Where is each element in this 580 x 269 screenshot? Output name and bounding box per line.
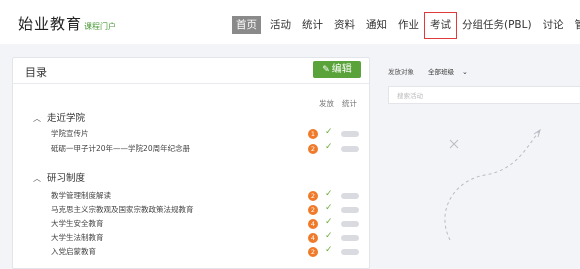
section-header[interactable]: ︿ 研习制度 <box>33 170 85 184</box>
item-label[interactable]: 大学生法制教育 <box>51 232 104 244</box>
nav-activities[interactable]: 活动 <box>268 16 293 34</box>
nav-resources[interactable]: 资料 <box>332 16 357 34</box>
pencil-icon: ✎ <box>322 65 330 75</box>
check-icon[interactable]: ✓ <box>325 245 333 255</box>
stats-toggle[interactable] <box>341 131 359 137</box>
check-icon[interactable]: ✓ <box>325 231 333 241</box>
count-badge: 4 <box>308 233 318 243</box>
item-label[interactable]: 马克思主义宗教观及国家宗教政策法规教育 <box>51 204 194 216</box>
count-badge: 1 <box>308 129 318 139</box>
edit-button[interactable]: ✎ 编辑 <box>313 61 361 78</box>
brand[interactable]: 始业教育 课程门户 <box>18 13 116 34</box>
decorative-illustration <box>444 128 541 241</box>
section-title: 研习制度 <box>47 173 86 184</box>
list-item[interactable]: 教学管理制度解读 2 ✓ <box>13 189 369 202</box>
stats-toggle[interactable] <box>341 235 359 241</box>
check-icon[interactable]: ✓ <box>325 142 333 152</box>
list-item[interactable]: 大学生安全教育 4 ✓ <box>13 217 369 230</box>
search-placeholder: 搜索活动 <box>397 92 423 100</box>
count-badge: 2 <box>308 191 318 201</box>
stats-toggle[interactable] <box>341 146 359 152</box>
nav-group-tasks[interactable]: 分组任务(PBL) <box>460 16 534 34</box>
search-input[interactable]: 搜索活动 <box>388 86 580 104</box>
catalog-panel: 目录 ✎ 编辑 发放 统计 ︿ 走近学院 学院宣传片 1 ✓ 砥砺一甲子计20年——… <box>12 57 370 269</box>
list-item[interactable]: 入党启蒙教育 2 ✓ <box>13 245 369 258</box>
list-item[interactable]: 学院宣传片 1 ✓ <box>13 127 369 140</box>
list-item[interactable]: 砥砺一甲子计20年——学院20周年纪念册 2 ✓ <box>13 142 369 155</box>
item-label[interactable]: 大学生安全教育 <box>51 218 104 230</box>
list-item[interactable]: 大学生法制教育 4 ✓ <box>13 231 369 244</box>
nav-exam[interactable]: 考试 <box>424 12 457 39</box>
nav-statistics[interactable]: 统计 <box>300 16 325 34</box>
brand-subtitle: 课程门户 <box>84 22 117 31</box>
brand-name: 始业教育 <box>18 15 83 33</box>
item-label[interactable]: 教学管理制度解读 <box>51 190 111 202</box>
chevron-down-icon: ⌄ <box>462 68 468 76</box>
count-badge: 2 <box>308 144 318 154</box>
nav-manage[interactable]: 管理 <box>573 16 580 34</box>
target-select[interactable]: 全部班级 ⌄ <box>428 66 468 76</box>
catalog-title: 目录 <box>25 66 47 79</box>
check-icon[interactable]: ✓ <box>325 203 333 213</box>
edit-button-label: 编辑 <box>331 64 352 75</box>
divider <box>13 83 369 84</box>
nav-home[interactable]: 首页 <box>232 16 261 34</box>
target-select-value: 全部班级 <box>428 68 454 76</box>
count-badge: 2 <box>308 247 318 257</box>
stats-toggle[interactable] <box>341 207 359 213</box>
item-label[interactable]: 学院宣传片 <box>51 128 89 140</box>
chevron-up-icon[interactable]: ︿ <box>33 173 41 184</box>
stats-toggle[interactable] <box>341 221 359 227</box>
stats-toggle[interactable] <box>341 249 359 255</box>
check-icon[interactable]: ✓ <box>325 189 333 199</box>
list-item[interactable]: 马克思主义宗教观及国家宗教政策法规教育 2 ✓ <box>13 203 369 216</box>
section-header[interactable]: ︿ 走近学院 <box>33 110 85 124</box>
stats-toggle[interactable] <box>341 193 359 199</box>
nav-discussion[interactable]: 讨论 <box>541 16 566 34</box>
count-badge: 4 <box>308 219 318 229</box>
chevron-up-icon[interactable]: ︿ <box>33 113 41 124</box>
column-stats: 统计 <box>342 99 357 108</box>
top-bar: 始业教育课程门户 首页活动统计资料通知作业考试分组任务(PBL) 讨论管理 <box>0 0 580 44</box>
check-icon[interactable]: ✓ <box>325 127 333 137</box>
column-publish: 发放 <box>319 99 334 108</box>
target-label: 发放对象 <box>388 68 414 76</box>
nav-homework[interactable]: 作业 <box>396 16 421 34</box>
main-nav: 首页活动统计资料通知作业考试分组任务(PBL) 讨论管理 <box>232 12 580 39</box>
section-title: 走近学院 <box>47 113 86 124</box>
check-icon[interactable]: ✓ <box>325 217 333 227</box>
count-badge: 2 <box>308 205 318 215</box>
item-label[interactable]: 砥砺一甲子计20年——学院20周年纪念册 <box>51 143 190 155</box>
nav-notices[interactable]: 通知 <box>364 16 389 34</box>
item-label[interactable]: 入党启蒙教育 <box>51 246 96 258</box>
